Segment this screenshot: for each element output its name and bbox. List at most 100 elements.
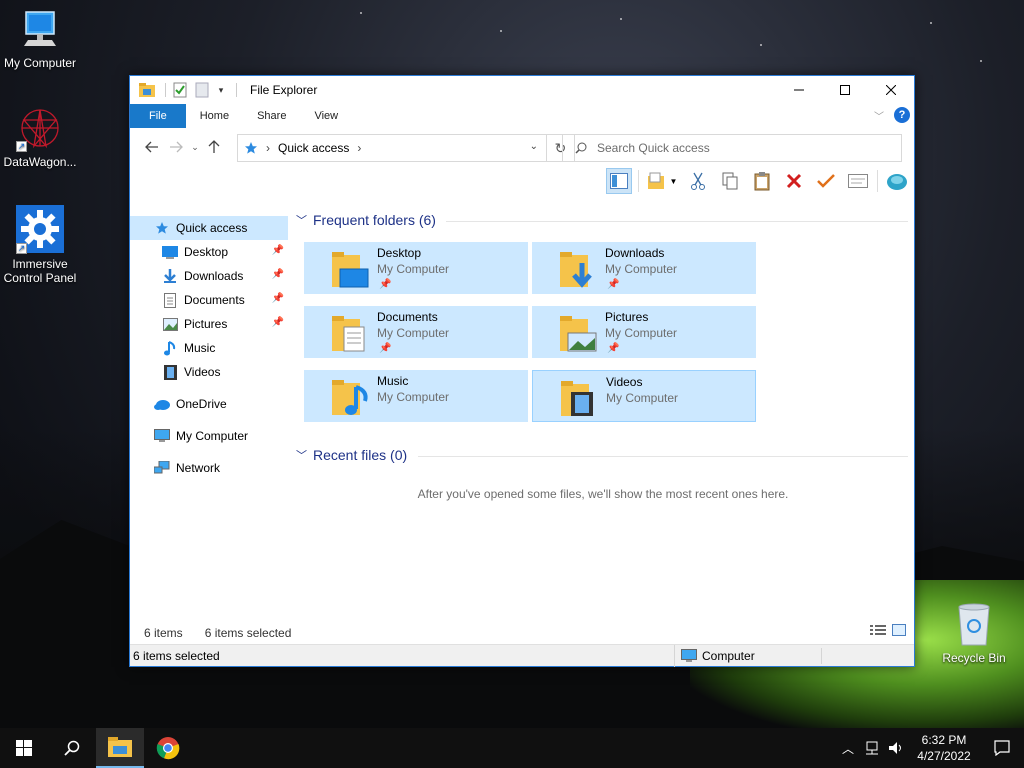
customize-qat-dropdown-icon[interactable]: ▾ — [215, 81, 227, 99]
pin-icon[interactable]: 📌 — [272, 269, 284, 280]
folder-tile-pictures[interactable]: Pictures My Computer 📌 — [532, 306, 756, 358]
network-tray-button[interactable] — [860, 741, 884, 755]
start-button[interactable] — [0, 728, 48, 768]
show-hidden-icons-button[interactable]: ︿ — [836, 740, 860, 757]
navigation-pane-toggle-button[interactable] — [606, 168, 632, 194]
pin-icon[interactable]: 📌 — [272, 317, 284, 328]
nav-item-downloads[interactable]: Downloads 📌 — [130, 264, 288, 288]
folder-tile-videos[interactable]: Videos My Computer — [532, 370, 756, 422]
recent-locations-button[interactable]: ⌄ — [188, 135, 202, 159]
navigation-pane: Quick access Desktop 📌 Downloads 📌 Docum… — [130, 216, 288, 616]
window-title: File Explorer — [250, 83, 318, 97]
pin-icon[interactable]: 📌 — [272, 293, 284, 304]
recent-files-header[interactable]: ﹀ Recent files (0) — [296, 447, 407, 463]
desktop-icon-label: DataWagon... — [3, 155, 77, 169]
back-button[interactable] — [140, 135, 164, 159]
file-explorer-icon — [108, 737, 132, 757]
folder-tile-desktop[interactable]: Desktop My Computer 📌 — [304, 242, 528, 294]
details-view-button[interactable] — [870, 624, 886, 639]
network-icon — [154, 460, 170, 476]
recent-files-empty-message: After you've opened some files, we'll sh… — [417, 487, 789, 501]
bottom-location-text: Computer — [702, 649, 755, 663]
explorer-content: Quick access Desktop 📌 Downloads 📌 Docum… — [130, 200, 914, 620]
breadcrumb-separator-icon[interactable]: › — [266, 141, 270, 155]
delete-button[interactable] — [781, 168, 807, 194]
shell-extension-button[interactable] — [884, 168, 910, 194]
large-icons-view-button[interactable] — [892, 624, 906, 639]
bottom-location-zone: Computer — [674, 645, 914, 667]
chevron-up-icon: ︿ — [841, 741, 854, 756]
nav-item-music[interactable]: Music — [130, 336, 288, 360]
forward-button[interactable] — [164, 135, 188, 159]
tab-file[interactable]: File — [130, 104, 186, 128]
breadcrumb-separator-icon[interactable]: › — [357, 141, 361, 155]
status-line: 6 items 6 items selected — [130, 624, 914, 642]
search-box[interactable] — [562, 134, 902, 162]
minimize-icon — [794, 89, 804, 91]
folder-tile-music[interactable]: Music My Computer — [304, 370, 528, 422]
desktop-icon-recycle-bin[interactable]: Recycle Bin — [934, 603, 1014, 665]
desktop-icon-immersive-control-panel[interactable]: ↗ Immersive Control Panel — [0, 205, 80, 285]
nav-item-quick-access[interactable]: Quick access — [130, 216, 288, 240]
expand-ribbon-chevron-icon[interactable]: ﹀ — [874, 108, 884, 123]
nav-item-label: OneDrive — [176, 397, 227, 411]
search-input[interactable] — [597, 141, 877, 155]
cut-button[interactable] — [685, 168, 711, 194]
taskbar: ︿ 6:32 PM 4/27/2022 — [0, 728, 1024, 768]
nav-item-my-computer[interactable]: My Computer — [130, 424, 288, 448]
pin-icon[interactable]: 📌 — [272, 245, 284, 256]
desktop-icon-my-computer[interactable]: My Computer — [0, 10, 80, 70]
properties-button[interactable] — [845, 168, 871, 194]
folder-tile-documents[interactable]: Documents My Computer 📌 — [304, 306, 528, 358]
shortcut-arrow-icon: ↗ — [16, 141, 27, 152]
tile-name: Downloads — [605, 246, 665, 260]
picture-icon — [162, 316, 178, 332]
new-item-button[interactable]: ▼ — [645, 168, 679, 194]
minimize-button[interactable] — [776, 76, 822, 104]
taskbar-chrome[interactable] — [144, 728, 192, 768]
shell-globe-icon — [887, 174, 907, 190]
up-button[interactable] — [202, 135, 226, 159]
pictures-folder-icon — [560, 316, 597, 352]
clipboard-icon — [754, 172, 770, 191]
clock[interactable]: 6:32 PM 4/27/2022 — [908, 732, 980, 764]
desktop-icon-label: Immersive Control Panel — [3, 257, 77, 285]
nav-item-onedrive[interactable]: OneDrive — [130, 392, 288, 416]
frequent-folders-header[interactable]: ﹀ Frequent folders (6) — [296, 212, 436, 228]
clock-date: 4/27/2022 — [917, 749, 971, 763]
address-history-dropdown-icon[interactable]: ⌄ — [530, 141, 538, 152]
nav-item-documents[interactable]: Documents 📌 — [130, 288, 288, 312]
item-count: 6 items — [144, 626, 183, 640]
tab-view[interactable]: View — [300, 104, 352, 128]
paste-button[interactable] — [749, 168, 775, 194]
rename-button[interactable] — [813, 168, 839, 194]
tab-home[interactable]: Home — [186, 104, 243, 128]
taskbar-file-explorer[interactable] — [96, 728, 144, 768]
windows-logo-icon — [16, 740, 32, 756]
tile-location: My Computer — [605, 326, 678, 340]
properties-quick-icon[interactable] — [171, 81, 189, 99]
volume-tray-button[interactable] — [884, 741, 908, 755]
nav-item-label: Quick access — [176, 221, 248, 235]
nav-item-videos[interactable]: Videos — [130, 360, 288, 384]
action-center-button[interactable] — [980, 728, 1024, 768]
search-taskbar-button[interactable] — [48, 728, 96, 768]
close-button[interactable] — [868, 76, 914, 104]
tile-name: Videos — [606, 375, 643, 389]
shortcut-arrow-icon: ↗ — [16, 243, 27, 254]
nav-item-desktop[interactable]: Desktop 📌 — [130, 240, 288, 264]
new-folder-quick-icon[interactable] — [193, 81, 211, 99]
folder-tile-downloads[interactable]: Downloads My Computer 📌 — [532, 242, 756, 294]
desktop-icon-datawagon[interactable]: ↗ DataWagon... — [0, 105, 80, 169]
explorer-app-icon[interactable] — [138, 81, 156, 99]
tile-name: Documents — [377, 310, 438, 324]
address-box[interactable]: › Quick access › ⌄ — [237, 134, 547, 162]
nav-item-pictures[interactable]: Pictures 📌 — [130, 312, 288, 336]
breadcrumb-quick-access[interactable]: Quick access — [278, 141, 349, 155]
nav-item-network[interactable]: Network — [130, 456, 288, 480]
help-button[interactable]: ? — [894, 107, 910, 123]
tab-share[interactable]: Share — [243, 104, 300, 128]
tile-name: Music — [377, 374, 409, 388]
maximize-button[interactable] — [822, 76, 868, 104]
copy-button[interactable] — [717, 168, 743, 194]
